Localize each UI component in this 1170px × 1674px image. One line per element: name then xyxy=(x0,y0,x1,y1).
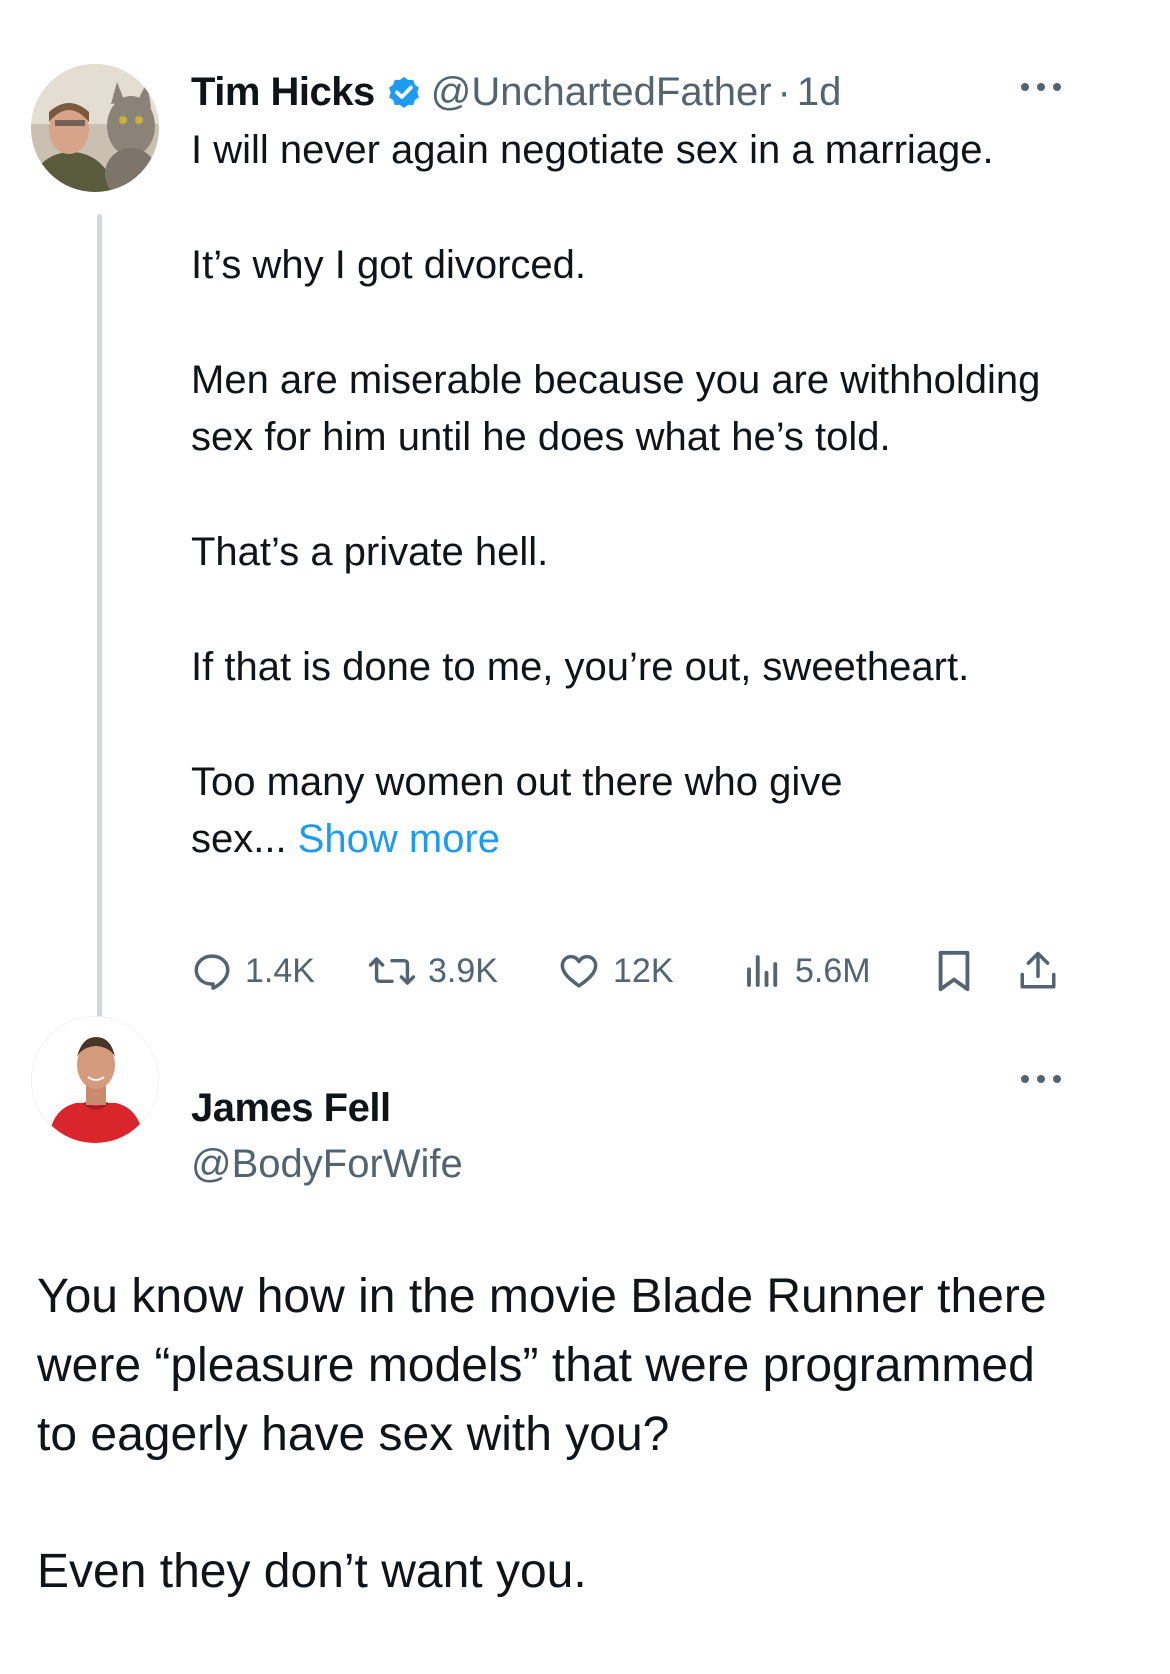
tweet1-header: Tim Hicks @UnchartedFather · 1d xyxy=(191,64,841,120)
avatar-james-fell-image xyxy=(32,1017,158,1143)
tweet1-paragraph: If that is done to me, you’re out, sweet… xyxy=(191,645,970,689)
views-count: 5.6M xyxy=(795,951,871,990)
tweet1-paragraph: It’s why I got divorced. xyxy=(191,243,586,287)
more-icon[interactable] xyxy=(1018,1072,1064,1086)
share-button[interactable] xyxy=(1017,944,1071,998)
views-button[interactable]: 5.6M xyxy=(743,944,871,998)
like-button[interactable]: 12K xyxy=(557,944,674,998)
tweet1-paragraph: I will never again negotiate sex in a ma… xyxy=(191,128,994,172)
heart-icon xyxy=(560,954,598,988)
bookmark-button[interactable] xyxy=(934,944,986,998)
tweet2-header: James Fell @BodyForWife xyxy=(191,1080,463,1192)
separator-dot: · xyxy=(777,69,791,114)
tweet1-paragraph: That’s a private hell. xyxy=(191,530,549,574)
author-handle[interactable]: @UnchartedFather xyxy=(431,70,772,115)
verified-badge-icon[interactable] xyxy=(385,73,423,111)
avatar-tim-hicks[interactable] xyxy=(31,64,159,192)
show-more-link[interactable]: Show more xyxy=(298,817,500,861)
views-icon xyxy=(747,955,778,987)
author-name[interactable]: James Fell xyxy=(191,1080,463,1136)
tweet2-paragraph: You know how in the movie Blade Runner t… xyxy=(37,1270,1047,1461)
tweet1-text: I will never again negotiate sex in a ma… xyxy=(191,122,1131,868)
tweet1-truncated-text: Too many women out there who give sex... xyxy=(191,760,843,861)
reply-icon xyxy=(194,954,230,990)
repost-button[interactable]: 3.9K xyxy=(368,944,498,998)
tweet-timestamp[interactable]: 1d xyxy=(797,70,842,115)
avatar-tim-hicks-image xyxy=(31,64,159,192)
reply-button[interactable]: 1.4K xyxy=(191,944,315,998)
tweet2-text: You know how in the movie Blade Runner t… xyxy=(37,1262,1137,1606)
repost-icon xyxy=(368,957,416,985)
author-name[interactable]: Tim Hicks xyxy=(191,70,375,115)
repost-count: 3.9K xyxy=(428,951,498,990)
like-count: 12K xyxy=(613,951,674,990)
thread-connector-line xyxy=(97,214,102,1056)
tweet1-paragraph-truncated: Too many women out there who give sex...… xyxy=(191,754,911,868)
author-handle[interactable]: @BodyForWife xyxy=(191,1136,463,1192)
tweet1-action-bar: 1.4K 3.9K 12K 5.6M xyxy=(191,944,1121,998)
share-icon xyxy=(1020,951,1056,989)
avatar-james-fell[interactable] xyxy=(31,1016,159,1144)
tweet2-paragraph: Even they don’t want you. xyxy=(37,1545,587,1598)
more-icon[interactable] xyxy=(1018,80,1064,94)
reply-count: 1.4K xyxy=(245,951,315,990)
tweet1-paragraph: Men are miserable because you are withho… xyxy=(191,358,1041,459)
bookmark-icon xyxy=(938,950,970,992)
